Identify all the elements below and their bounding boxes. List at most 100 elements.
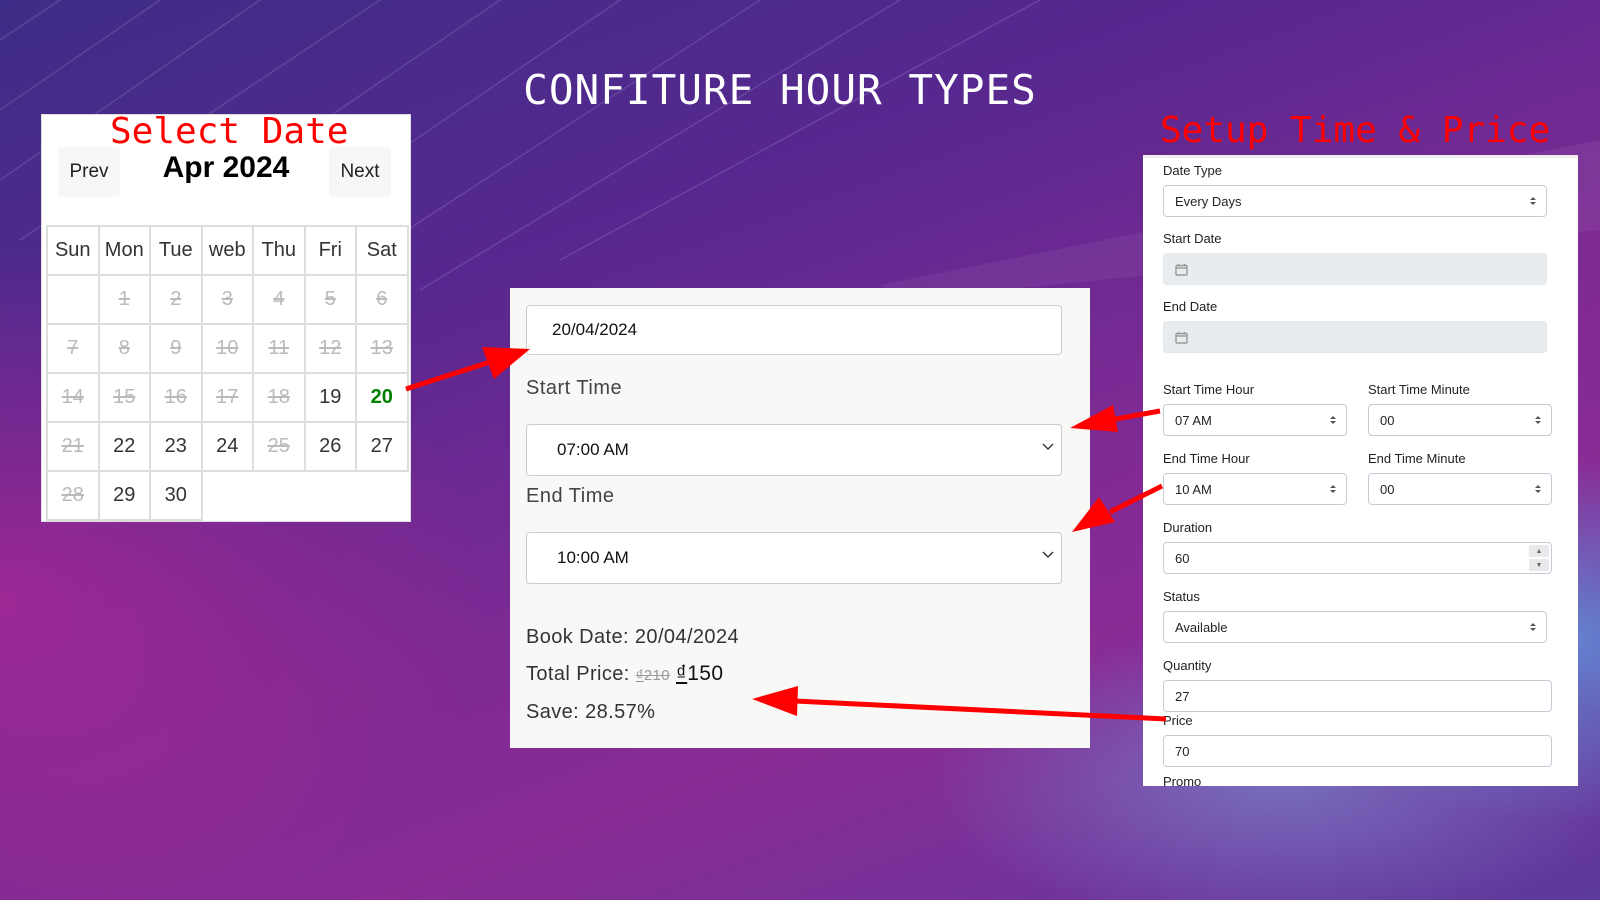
calendar-day-16: 16 <box>149 372 203 423</box>
old-price-value: 210 <box>643 667 671 684</box>
start-time-label: Start Time <box>526 377 623 399</box>
date-type-select[interactable]: Every Days <box>1163 185 1547 217</box>
start-time-minute-label: Start Time Minute <box>1368 382 1470 397</box>
calendar-day-14: 14 <box>46 372 100 423</box>
select-arrows-icon <box>1535 416 1541 424</box>
calendar-day-21: 21 <box>46 421 100 472</box>
calendar-grid: Sun Mon Tue web Thu Fri Sat 1 2 3 4 5 6 7 8 9 10 1… <box>46 225 409 521</box>
select-arrows-icon <box>1530 197 1536 205</box>
end-time-minute-label: End Time Minute <box>1368 451 1466 466</box>
weekday-header: Thu <box>252 225 306 276</box>
calendar-week-row: 123456 <box>46 274 409 325</box>
start-time-value: 07:00 AM <box>557 440 629 459</box>
weekday-header-row: Sun Mon Tue web Thu Fri Sat <box>46 225 409 276</box>
total-price-line: Total Price: ₫210 ₫150 <box>526 662 723 686</box>
start-time-select[interactable]: 07:00 AM <box>526 424 1062 476</box>
select-date-heading: Select Date <box>110 111 349 152</box>
currency-symbol: ₫ <box>635 667 644 684</box>
calendar-day-12: 12 <box>303 323 357 374</box>
calendar-day-23[interactable]: 23 <box>149 421 203 472</box>
save-text: Save: 28.57% <box>526 701 656 723</box>
calendar-day-13: 13 <box>355 323 409 374</box>
calendar-empty-cell <box>202 471 254 520</box>
select-arrows-icon <box>1330 416 1336 424</box>
calendar-empty-cell <box>305 471 357 520</box>
calendar-day-27[interactable]: 27 <box>355 421 409 472</box>
end-time-value: 10:00 AM <box>557 548 629 567</box>
calendar-day-19[interactable]: 19 <box>303 372 357 423</box>
old-price: ₫210 <box>636 667 670 684</box>
calendar-empty-cell <box>356 471 408 520</box>
end-time-minute-select[interactable]: 00 <box>1368 473 1552 505</box>
prev-month-button[interactable]: Prev <box>58 147 120 197</box>
weekday-header: Sun <box>46 225 100 276</box>
calendar-day-22[interactable]: 22 <box>97 421 151 472</box>
calendar-day-6: 6 <box>355 274 409 325</box>
month-label: Apr 2024 <box>162 151 290 184</box>
end-time-hour-value: 10 AM <box>1175 481 1212 497</box>
date-type-value: Every Days <box>1175 193 1242 209</box>
quantity-input[interactable]: 27 <box>1163 680 1552 712</box>
duration-input[interactable]: 60 ▲ ▼ <box>1163 542 1552 574</box>
weekday-header: Tue <box>149 225 203 276</box>
calendar-week-row: 28 29 30 <box>46 470 408 521</box>
start-date-input[interactable] <box>1163 253 1547 285</box>
total-price-label: Total Price: <box>526 663 630 685</box>
calendar-day-28: 28 <box>46 470 100 521</box>
calendar-empty-cell <box>253 471 305 520</box>
calendar-day-4: 4 <box>252 274 306 325</box>
calendar-week-row: 21 22 23 24 25 26 27 <box>46 421 409 472</box>
status-select[interactable]: Available <box>1163 611 1547 643</box>
start-time-hour-label: Start Time Hour <box>1163 382 1255 397</box>
quantity-label: Quantity <box>1163 658 1212 673</box>
calendar-day-7: 7 <box>46 323 100 374</box>
calendar-day-17: 17 <box>200 372 254 423</box>
calendar-day-29[interactable]: 29 <box>97 470 151 521</box>
calendar-day-1: 1 <box>97 274 151 325</box>
increment-button[interactable]: ▲ <box>1529 545 1549 557</box>
start-date-label: Start Date <box>1163 231 1222 246</box>
end-time-label: End Time <box>526 485 615 507</box>
end-time-select[interactable]: 10:00 AM <box>526 532 1062 584</box>
quantity-value: 27 <box>1175 688 1190 704</box>
chevron-down-icon <box>1042 551 1054 558</box>
end-time-minute-value: 00 <box>1380 481 1395 497</box>
select-arrows-icon <box>1535 485 1541 493</box>
calendar-day-5: 5 <box>303 274 357 325</box>
new-price: ₫150 <box>676 662 723 685</box>
end-time-hour-label: End Time Hour <box>1163 451 1250 466</box>
duration-value: 60 <box>1175 550 1190 566</box>
calendar-empty-cell <box>46 274 100 325</box>
calendar-week-row: 7 8 9 10 11 12 13 <box>46 323 409 374</box>
date-type-label: Date Type <box>1163 163 1223 178</box>
calendar-day-20[interactable]: 20 <box>355 372 409 423</box>
calendar-body: 1 2 3 4 5 6 7 8 9 10 11 12 13 14 15 16 17 18 19 20 21 22 23 24 2… <box>46 274 409 521</box>
promo-label: Promo <box>1163 774 1202 786</box>
end-date-input[interactable] <box>1163 321 1547 353</box>
status-label: Status <box>1163 589 1200 604</box>
price-value: 70 <box>1175 743 1190 759</box>
next-month-button[interactable]: Next <box>329 147 391 197</box>
end-time-hour-select[interactable]: 10 AM <box>1163 473 1347 505</box>
chevron-down-icon <box>1042 443 1054 450</box>
currency-symbol: ₫ <box>676 662 688 685</box>
price-input[interactable]: 70 <box>1163 735 1552 767</box>
start-time-minute-select[interactable]: 00 <box>1368 404 1552 436</box>
weekday-header: Mon <box>97 225 151 276</box>
start-time-hour-value: 07 AM <box>1175 412 1212 428</box>
calendar-day-30[interactable]: 30 <box>149 470 203 521</box>
price-label: Price <box>1163 713 1193 728</box>
weekday-header: Fri <box>303 225 357 276</box>
calendar-day-26[interactable]: 26 <box>303 421 357 472</box>
calendar-day-10: 10 <box>200 323 254 374</box>
end-date-label: End Date <box>1163 299 1218 314</box>
decrement-button[interactable]: ▼ <box>1529 559 1549 571</box>
page-title: CONFITURE HOUR TYPES <box>523 66 1037 114</box>
setup-time-price-heading: Setup Time & Price <box>1160 110 1551 151</box>
calendar-day-24[interactable]: 24 <box>200 421 254 472</box>
book-date-input[interactable]: 20/04/2024 <box>526 305 1062 355</box>
weekday-header: Sat <box>355 225 409 276</box>
new-price-value: 150 <box>687 662 724 685</box>
duration-label: Duration <box>1163 520 1213 535</box>
start-time-hour-select[interactable]: 07 AM <box>1163 404 1347 436</box>
